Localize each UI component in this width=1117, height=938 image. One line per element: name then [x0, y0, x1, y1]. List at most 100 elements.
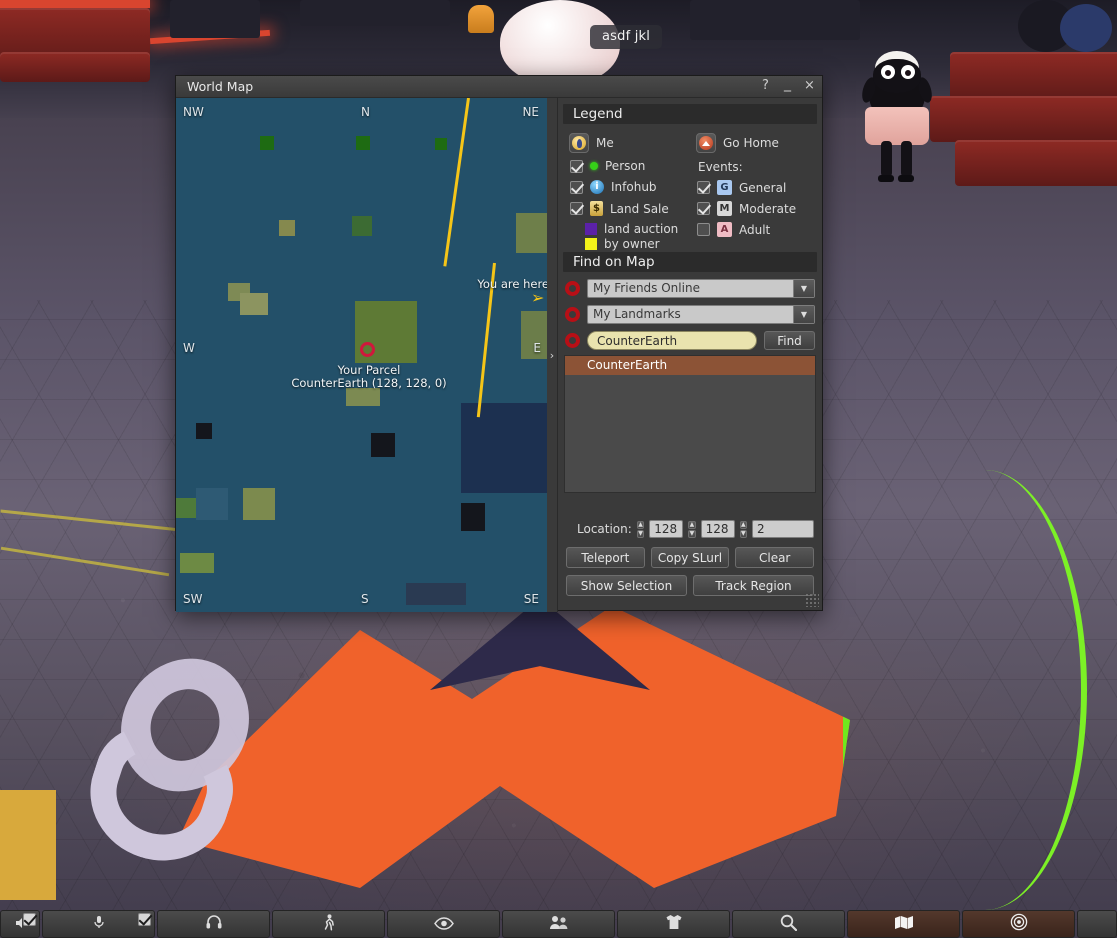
microphone-icon — [91, 914, 107, 934]
location-x-up[interactable]: ▲ — [636, 520, 645, 529]
window-titlebar[interactable]: World Map ? _ × — [176, 76, 822, 98]
find-button[interactable]: Find — [764, 331, 815, 350]
location-z-down[interactable]: ▼ — [739, 529, 748, 538]
person-checkbox[interactable] — [570, 159, 583, 173]
find-friends-row[interactable]: My Friends Online ▼ — [558, 279, 822, 298]
legend-go-home-label: Go Home — [723, 136, 779, 150]
taskbar-extra-button[interactable] — [1077, 910, 1117, 938]
show-selection-button[interactable]: Show Selection — [566, 575, 687, 596]
map-region-tile[interactable] — [461, 503, 485, 531]
map-region-tile[interactable] — [371, 433, 395, 457]
me-icon[interactable] — [569, 133, 589, 153]
track-region-button[interactable]: Track Region — [693, 575, 814, 596]
map-viewport[interactable]: Your Parcel CounterEarth (128, 128, 0) Y… — [176, 98, 558, 612]
location-z-stepper[interactable]: ▲ ▼ — [739, 520, 748, 538]
legend-person-row[interactable]: Person — [570, 159, 645, 173]
map-region-tile[interactable] — [516, 213, 551, 253]
taskbar-map-button[interactable] — [847, 910, 960, 938]
legend-adult-row[interactable]: A Adult — [697, 222, 770, 237]
map-region-tile[interactable] — [180, 553, 214, 573]
legend-general-row[interactable]: G General — [697, 180, 786, 195]
taskbar-microphone-button[interactable] — [42, 910, 155, 938]
map-region-tile[interactable] — [362, 136, 364, 138]
map-region-tile[interactable] — [240, 293, 268, 315]
search-input[interactable] — [587, 331, 757, 350]
taskbar-checkbox[interactable] — [138, 913, 151, 926]
chevron-down-icon[interactable]: ▼ — [793, 280, 814, 297]
map-region-tile[interactable] — [461, 403, 551, 493]
general-checkbox[interactable] — [697, 181, 710, 194]
close-icon[interactable]: × — [803, 78, 816, 94]
world-map-window[interactable]: World Map ? _ × Your Parcel CounterEarth… — [175, 75, 823, 612]
neon-strip-left — [0, 0, 150, 8]
find-on-map-header: Find on Map — [563, 252, 817, 272]
chevron-down-icon[interactable]: ▼ — [793, 306, 814, 323]
resize-grip[interactable] — [805, 593, 819, 607]
search-results-list[interactable]: CounterEarth — [564, 355, 816, 493]
taskbar-shirt-button[interactable] — [617, 910, 730, 938]
find-landmarks-row[interactable]: My Landmarks ▼ — [558, 305, 822, 324]
find-landmarks-radio[interactable] — [565, 307, 580, 322]
land-sale-checkbox[interactable] — [570, 202, 583, 215]
bottom-toolbar[interactable] — [0, 910, 1117, 938]
adult-checkbox[interactable] — [697, 223, 710, 236]
legend-infohub-row[interactable]: i Infohub — [570, 180, 657, 194]
map-region-tile[interactable] — [279, 220, 295, 236]
taskbar-eye-button[interactable] — [387, 910, 500, 938]
taskbar-radar-button[interactable] — [962, 910, 1075, 938]
location-z-field[interactable] — [752, 520, 815, 538]
legend-me-row[interactable]: Me — [569, 133, 614, 153]
person-dot-icon — [590, 162, 598, 170]
legend-land-auction-row: land auction — [585, 222, 678, 236]
legend-go-home-row[interactable]: Go Home — [696, 133, 779, 153]
location-z-up[interactable]: ▲ — [739, 520, 748, 529]
location-x-down[interactable]: ▼ — [636, 529, 645, 538]
location-x-stepper[interactable]: ▲ ▼ — [636, 520, 645, 538]
map-region-tile[interactable] — [406, 583, 466, 605]
map-region-tile[interactable] — [356, 136, 370, 150]
find-search-row[interactable]: Find — [558, 331, 822, 350]
taskbar-speaker-button[interactable] — [0, 910, 40, 938]
map-region-tile[interactable] — [346, 388, 380, 406]
moderate-checkbox[interactable] — [697, 202, 710, 215]
window-controls[interactable]: ? _ × — [759, 76, 816, 94]
map-region-tile[interactable] — [435, 138, 447, 150]
map-region-tile[interactable] — [352, 216, 372, 236]
minimize-icon[interactable]: _ — [781, 76, 794, 92]
sheep-avatar[interactable] — [855, 45, 939, 190]
legend-land-sale-row[interactable]: $ Land Sale — [570, 201, 669, 216]
legend-moderate-row[interactable]: M Moderate — [697, 201, 796, 216]
land-sale-icon: $ — [590, 201, 603, 216]
shirt-icon — [665, 914, 682, 934]
location-y-down[interactable]: ▼ — [688, 529, 696, 538]
location-y-field[interactable] — [700, 520, 735, 538]
landmarks-combo[interactable]: My Landmarks ▼ — [587, 305, 815, 324]
map-region-tile[interactable] — [260, 136, 274, 150]
taskbar-headphones-button[interactable] — [157, 910, 270, 938]
teleport-button[interactable]: Teleport — [566, 547, 645, 568]
taskbar-walk-button[interactable] — [272, 910, 385, 938]
taskbar-people-button[interactable] — [502, 910, 615, 938]
find-friends-radio[interactable] — [565, 281, 580, 296]
legend-panel: Me Go Home Person i Infohub $ Land Sale … — [558, 124, 822, 251]
location-y-up[interactable]: ▲ — [688, 520, 696, 529]
location-x-field[interactable] — [649, 520, 684, 538]
clear-button[interactable]: Clear — [735, 547, 815, 568]
location-y-stepper[interactable]: ▲ ▼ — [688, 520, 696, 538]
copy-slurl-button[interactable]: Copy SLurl — [650, 547, 730, 568]
taskbar-checkbox[interactable] — [23, 913, 36, 926]
search-result-item[interactable]: CounterEarth — [565, 356, 815, 375]
location-row[interactable]: Location: ▲ ▼ ▲ ▼ ▲ ▼ — [558, 520, 822, 538]
map-region-tile[interactable] — [243, 488, 275, 520]
infohub-checkbox[interactable] — [570, 180, 583, 194]
go-home-icon[interactable] — [696, 133, 716, 153]
taskbar-search-button[interactable] — [732, 910, 845, 938]
map-region-tile[interactable] — [176, 498, 196, 518]
your-parcel-marker[interactable] — [360, 342, 375, 357]
find-search-radio[interactable] — [565, 333, 580, 348]
help-icon[interactable]: ? — [759, 78, 772, 94]
map-expand-arrow[interactable]: › — [547, 98, 557, 612]
friends-combo[interactable]: My Friends Online ▼ — [587, 279, 815, 298]
map-region-tile[interactable] — [196, 488, 228, 520]
map-region-tile[interactable] — [196, 423, 212, 439]
